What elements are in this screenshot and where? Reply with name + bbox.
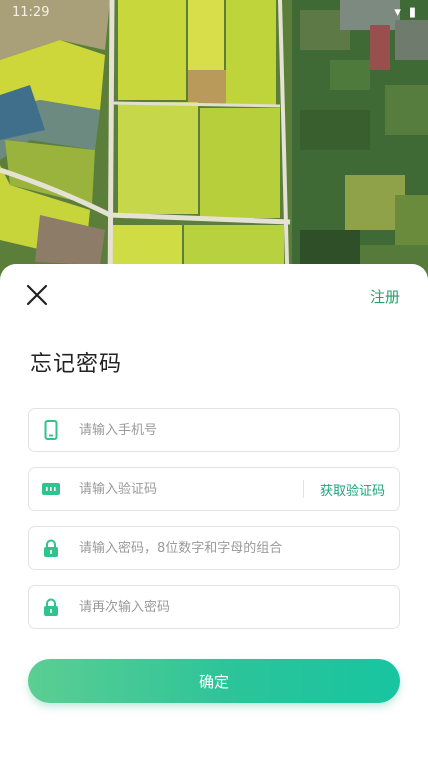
password-field[interactable] xyxy=(28,526,400,570)
signal-icon: ▾ xyxy=(394,4,401,20)
phone-field[interactable] xyxy=(28,408,400,452)
farmland-background-image: 11:29 ▾ ▮ xyxy=(0,0,428,300)
register-link[interactable]: 注册 xyxy=(370,286,400,307)
forgot-password-screen: 11:29 ▾ ▮ 注册 忘记密码 请输入手机号 请输入验证码 获取验证码 确定 xyxy=(0,0,428,762)
confirm-button[interactable]: 确定 xyxy=(28,659,400,703)
lock-icon xyxy=(41,538,61,558)
phone-icon xyxy=(41,420,61,440)
confirm-password-input[interactable] xyxy=(79,586,399,628)
status-bar: 11:29 ▾ ▮ xyxy=(0,0,428,24)
forgot-password-sheet: 注册 忘记密码 获取验 xyxy=(0,264,428,762)
phone-input[interactable] xyxy=(79,409,399,451)
code-input[interactable] xyxy=(79,468,303,510)
close-button[interactable] xyxy=(24,282,50,308)
code-divider xyxy=(302,480,304,498)
get-code-button[interactable]: 获取验证码 xyxy=(320,480,385,499)
battery-icon: ▮ xyxy=(408,4,416,20)
page-title: 忘记密码 xyxy=(30,352,123,377)
close-icon xyxy=(26,284,48,306)
status-time: 11:29 xyxy=(12,4,50,20)
sms-code-icon xyxy=(41,479,61,499)
code-field[interactable]: 获取验证码 xyxy=(28,467,400,511)
password-input[interactable] xyxy=(79,527,399,569)
lock-icon xyxy=(41,597,61,617)
status-icons: ▾ ▮ xyxy=(394,5,416,20)
confirm-password-field[interactable] xyxy=(28,585,400,629)
